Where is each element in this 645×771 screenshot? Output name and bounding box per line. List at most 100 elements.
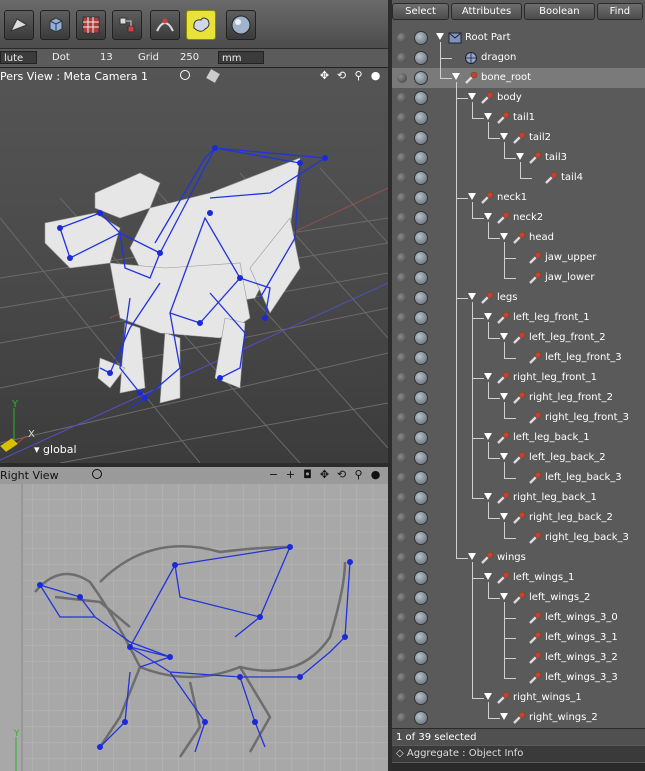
tree-row[interactable]: right_leg_front_1 xyxy=(392,368,645,388)
tree-row[interactable]: right_leg_back_3 xyxy=(392,528,645,548)
expand-triangle-icon[interactable] xyxy=(500,713,508,720)
tab-select[interactable]: Select xyxy=(392,3,450,20)
visibility-eye-icon[interactable] xyxy=(397,273,407,283)
lock-ball-icon[interactable] xyxy=(414,251,428,265)
tree-row[interactable]: body xyxy=(392,88,645,108)
mode-select[interactable]: lute xyxy=(0,51,37,64)
tree-row[interactable]: right_wings_1 xyxy=(392,688,645,708)
visibility-eye-icon[interactable] xyxy=(397,613,407,623)
expand-triangle-icon[interactable] xyxy=(452,73,460,80)
move-view-icon[interactable]: ✥ xyxy=(318,69,331,82)
tree-row[interactable]: right_leg_back_1 xyxy=(392,488,645,508)
visibility-eye-icon[interactable] xyxy=(397,153,407,163)
tree-row[interactable]: left_leg_front_2 xyxy=(392,328,645,348)
expand-triangle-icon[interactable] xyxy=(484,313,492,320)
zoom-view-icon[interactable]: ⚲ xyxy=(352,69,365,82)
tree-row[interactable]: left_leg_front_1 xyxy=(392,308,645,328)
lock-ball-icon[interactable] xyxy=(414,411,428,425)
tree-row[interactable]: dragon xyxy=(392,48,645,68)
expand-triangle-icon[interactable] xyxy=(484,493,492,500)
visibility-eye-icon[interactable] xyxy=(397,33,407,43)
visibility-eye-icon[interactable] xyxy=(397,573,407,583)
perspective-view[interactable]: Pers View : Meta Camera 1 ✥ ⟲ ⚲ ● Y X ▾ … xyxy=(0,68,388,463)
visibility-eye-icon[interactable] xyxy=(397,333,407,343)
expand-triangle-icon[interactable] xyxy=(500,233,508,240)
zoom-out-icon[interactable]: − xyxy=(267,468,280,481)
lock-ball-icon[interactable] xyxy=(414,651,428,665)
visibility-eye-icon[interactable] xyxy=(397,653,407,663)
expand-triangle-icon[interactable] xyxy=(468,293,476,300)
camera-icon[interactable]: ◘ xyxy=(301,468,314,481)
box-primitive-button[interactable] xyxy=(40,10,70,40)
visibility-eye-icon[interactable] xyxy=(397,353,407,363)
tree-row[interactable]: left_leg_back_2 xyxy=(392,448,645,468)
dot-value[interactable]: 13 xyxy=(100,51,113,65)
lock-ball-icon[interactable] xyxy=(414,171,428,185)
lock-ball-icon[interactable] xyxy=(414,571,428,585)
expand-triangle-icon[interactable] xyxy=(468,93,476,100)
visibility-eye-icon[interactable] xyxy=(397,93,407,103)
tree-row[interactable]: tail4 xyxy=(392,168,645,188)
tree-row[interactable]: left_leg_front_3 xyxy=(392,348,645,368)
lock-ball-icon[interactable] xyxy=(414,691,428,705)
tree-row[interactable]: left_wings_3_1 xyxy=(392,628,645,648)
visibility-eye-icon[interactable] xyxy=(397,433,407,443)
expand-triangle-icon[interactable] xyxy=(516,153,524,160)
visibility-eye-icon[interactable] xyxy=(397,593,407,603)
tree-row[interactable]: wings xyxy=(392,548,645,568)
visibility-eye-icon[interactable] xyxy=(397,373,407,383)
tree-row[interactable]: head xyxy=(392,228,645,248)
tab-attributes[interactable]: Attributes xyxy=(451,3,522,20)
lock-ball-icon[interactable] xyxy=(414,491,428,505)
tree-row[interactable]: tail2 xyxy=(392,128,645,148)
lock-ball-icon[interactable] xyxy=(414,551,428,565)
pers-view-title[interactable]: Pers View : Meta Camera 1 xyxy=(0,70,148,83)
tree-row[interactable]: left_wings_3_0 xyxy=(392,608,645,628)
grid-tool-button[interactable] xyxy=(76,10,106,40)
lock-ball-icon[interactable] xyxy=(414,91,428,105)
lock-ball-icon[interactable] xyxy=(414,711,428,725)
tree-row[interactable]: bone_root xyxy=(392,68,645,88)
lock-ball-icon[interactable] xyxy=(414,431,428,445)
lock-ball-icon[interactable] xyxy=(414,271,428,285)
visibility-eye-icon[interactable] xyxy=(397,293,407,303)
visibility-eye-icon[interactable] xyxy=(397,493,407,503)
expand-triangle-icon[interactable] xyxy=(484,433,492,440)
visibility-eye-icon[interactable] xyxy=(397,693,407,703)
tree-row[interactable]: left_wings_3_2 xyxy=(392,648,645,668)
visibility-eye-icon[interactable] xyxy=(397,633,407,643)
right-rotate-view-icon[interactable]: ⟲ xyxy=(335,468,348,481)
lock-ball-icon[interactable] xyxy=(414,631,428,645)
coordinate-mode-select[interactable]: ▾ global xyxy=(34,443,77,456)
expand-triangle-icon[interactable] xyxy=(500,393,508,400)
visibility-eye-icon[interactable] xyxy=(397,533,407,543)
shading-sphere-icon[interactable]: ● xyxy=(369,69,382,82)
edit-tool-button[interactable] xyxy=(4,10,34,40)
lock-ball-icon[interactable] xyxy=(414,471,428,485)
expand-triangle-icon[interactable] xyxy=(468,553,476,560)
visibility-eye-icon[interactable] xyxy=(397,213,407,223)
sphere-material-button[interactable] xyxy=(226,10,256,40)
visibility-eye-icon[interactable] xyxy=(397,173,407,183)
tree-row[interactable]: Root Part xyxy=(392,28,645,48)
lock-ball-icon[interactable] xyxy=(414,371,428,385)
lock-ball-icon[interactable] xyxy=(414,131,428,145)
tab-boolean[interactable]: Boolean xyxy=(523,3,595,20)
visibility-eye-icon[interactable] xyxy=(397,253,407,263)
lock-ball-icon[interactable] xyxy=(414,71,428,85)
grid-value[interactable]: 250 xyxy=(180,51,199,65)
tree-row[interactable]: jaw_lower xyxy=(392,268,645,288)
tree-row[interactable]: left_leg_back_3 xyxy=(392,468,645,488)
lock-ball-icon[interactable] xyxy=(414,591,428,605)
expand-triangle-icon[interactable] xyxy=(500,513,508,520)
bend-tool-button[interactable] xyxy=(150,10,180,40)
lock-ball-icon[interactable] xyxy=(414,111,428,125)
unit-select[interactable]: mm xyxy=(218,51,264,64)
visibility-eye-icon[interactable] xyxy=(397,453,407,463)
lock-ball-icon[interactable] xyxy=(414,391,428,405)
lock-ball-icon[interactable] xyxy=(414,351,428,365)
expand-triangle-icon[interactable] xyxy=(500,333,508,340)
visibility-eye-icon[interactable] xyxy=(397,713,407,723)
expand-triangle-icon[interactable] xyxy=(484,693,492,700)
visibility-eye-icon[interactable] xyxy=(397,393,407,403)
